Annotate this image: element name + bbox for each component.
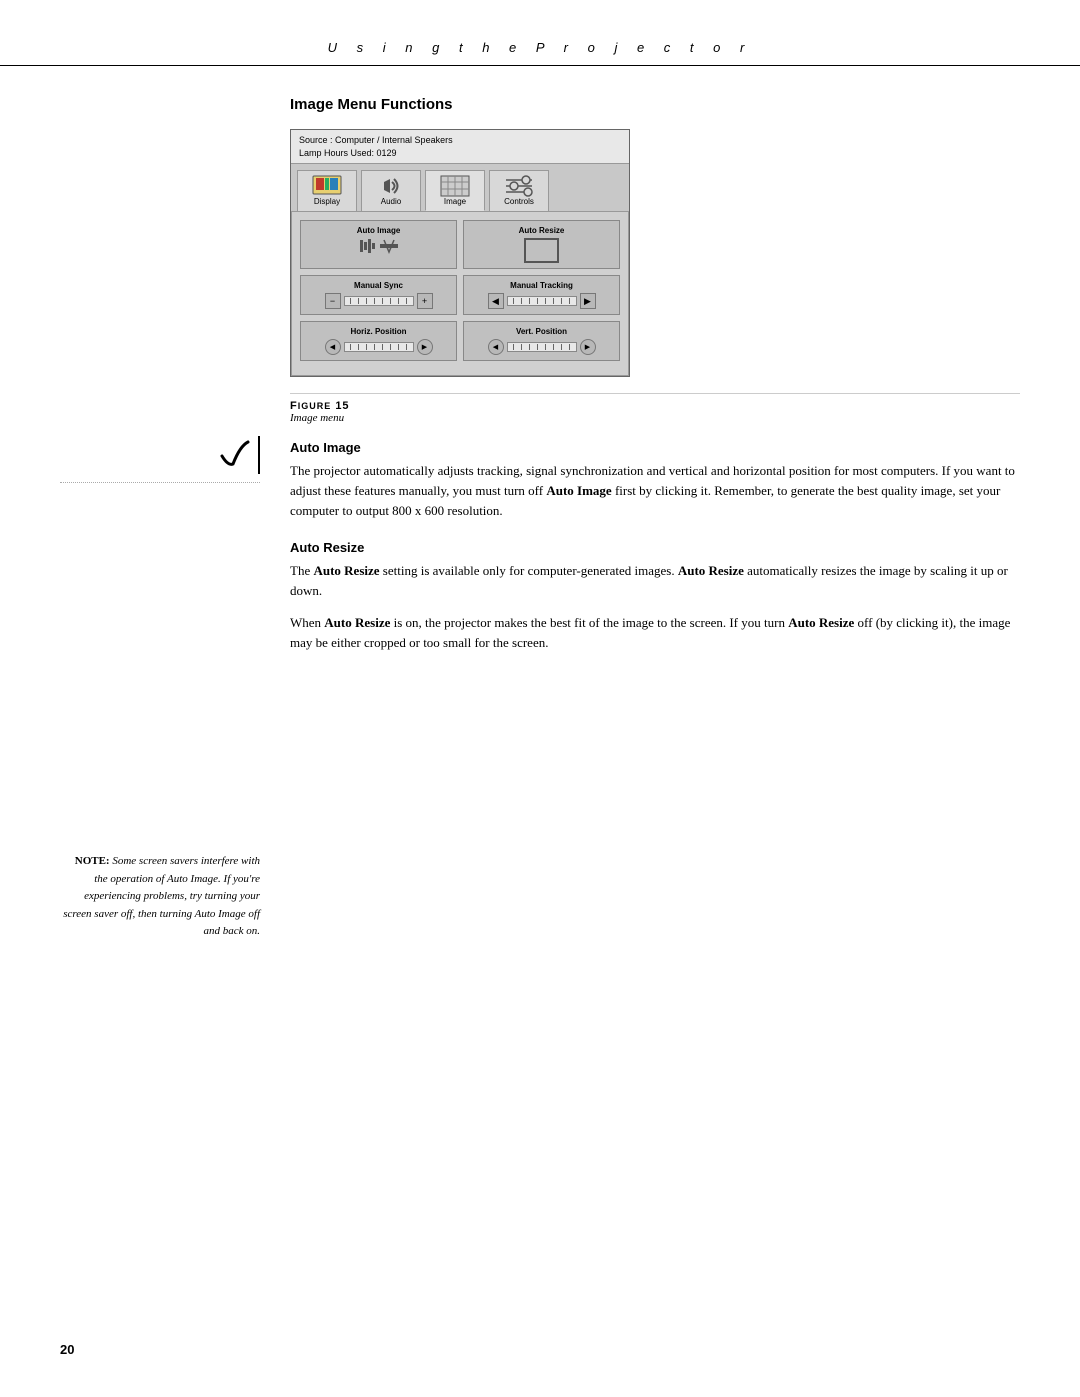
horiz-left-btn[interactable]: ◀	[325, 339, 341, 355]
auto-image-icon2	[380, 238, 398, 254]
proj-cell-manual-tracking: Manual Tracking ◀ ▶	[463, 275, 620, 315]
audio-tab-label: Audio	[381, 197, 401, 206]
figure-description: Image menu	[290, 412, 1020, 424]
auto-image-icon1	[359, 238, 377, 254]
sidebar: NOTE: Some screen savers interfere with …	[60, 96, 260, 941]
vert-left-btn[interactable]: ◀	[488, 339, 504, 355]
checkmark-icon	[214, 436, 252, 474]
proj-tab-controls[interactable]: Controls	[489, 170, 549, 211]
auto-resize-text2: When Auto Resize is on, the projector ma…	[290, 613, 1020, 653]
proj-cell-horiz-position: Horiz. Position ◀ ▶	[300, 321, 457, 361]
image-tab-icon	[440, 175, 470, 197]
audio-tab-icon	[376, 175, 406, 197]
proj-row-1: Auto Image	[300, 220, 620, 269]
auto-resize-box	[524, 238, 559, 263]
horiz-slider[interactable]	[344, 342, 414, 352]
controls-tab-label: Controls	[504, 197, 534, 206]
horiz-right-btn[interactable]: ▶	[417, 339, 433, 355]
projector-tabs: Display Audio	[291, 164, 629, 211]
vertical-divider	[258, 436, 260, 474]
proj-row-3: Horiz. Position ◀ ▶	[300, 321, 620, 361]
main-content: NOTE: Some screen savers interfere with …	[0, 96, 1080, 941]
header-title: U s i n g t h e P r o j e c t o r	[80, 40, 1000, 55]
proj-cell-vert-position: Vert. Position ◀ ▶	[463, 321, 620, 361]
sync-plus-btn[interactable]: +	[417, 293, 433, 309]
projector-ui-mockup: Source : Computer / Internal Speakers La…	[290, 129, 630, 377]
figure-caption: FIGURE 15 Image menu	[290, 393, 1020, 424]
auto-image-text: The projector automatically adjusts trac…	[290, 461, 1020, 521]
dots-separator	[60, 482, 260, 483]
projector-content: Auto Image	[291, 211, 629, 376]
controls-tab-icon	[504, 175, 534, 197]
sync-slider[interactable]	[344, 296, 414, 306]
proj-cell-auto-resize: Auto Resize	[463, 220, 620, 269]
tracking-right-btn[interactable]: ▶	[580, 293, 596, 309]
content-area: Image Menu Functions Source : Computer /…	[290, 96, 1020, 941]
auto-resize-section: Auto Resize The Auto Resize setting is a…	[290, 540, 1020, 654]
tracking-left-btn[interactable]: ◀	[488, 293, 504, 309]
auto-image-title: Auto Image	[290, 440, 1020, 455]
auto-resize-text1: The Auto Resize setting is available onl…	[290, 561, 1020, 601]
section-title: Image Menu Functions	[290, 96, 1020, 113]
proj-cell-manual-sync: Manual Sync − +	[300, 275, 457, 315]
display-tab-icon	[312, 175, 342, 197]
proj-cell-auto-image: Auto Image	[300, 220, 457, 269]
auto-image-section: Auto Image The projector automatically a…	[290, 440, 1020, 521]
sync-minus-btn[interactable]: −	[325, 293, 341, 309]
proj-tab-display[interactable]: Display	[297, 170, 357, 211]
proj-row-2: Manual Sync − +	[300, 275, 620, 315]
projector-info-bar: Source : Computer / Internal Speakers La…	[291, 130, 629, 164]
auto-image-controls	[359, 238, 398, 254]
vert-slider[interactable]	[507, 342, 577, 352]
proj-tab-image[interactable]: Image	[425, 170, 485, 211]
image-tab-label: Image	[444, 197, 466, 206]
display-tab-label: Display	[314, 197, 340, 206]
page-number: 20	[60, 1342, 74, 1357]
vert-right-btn[interactable]: ▶	[580, 339, 596, 355]
page-header: U s i n g t h e P r o j e c t o r	[0, 0, 1080, 66]
tracking-slider[interactable]	[507, 296, 577, 306]
figure-label: FIGURE 15	[290, 400, 1020, 412]
auto-resize-title: Auto Resize	[290, 540, 1020, 555]
sidebar-note: NOTE: Some screen savers interfere with …	[60, 853, 260, 941]
proj-tab-audio[interactable]: Audio	[361, 170, 421, 211]
